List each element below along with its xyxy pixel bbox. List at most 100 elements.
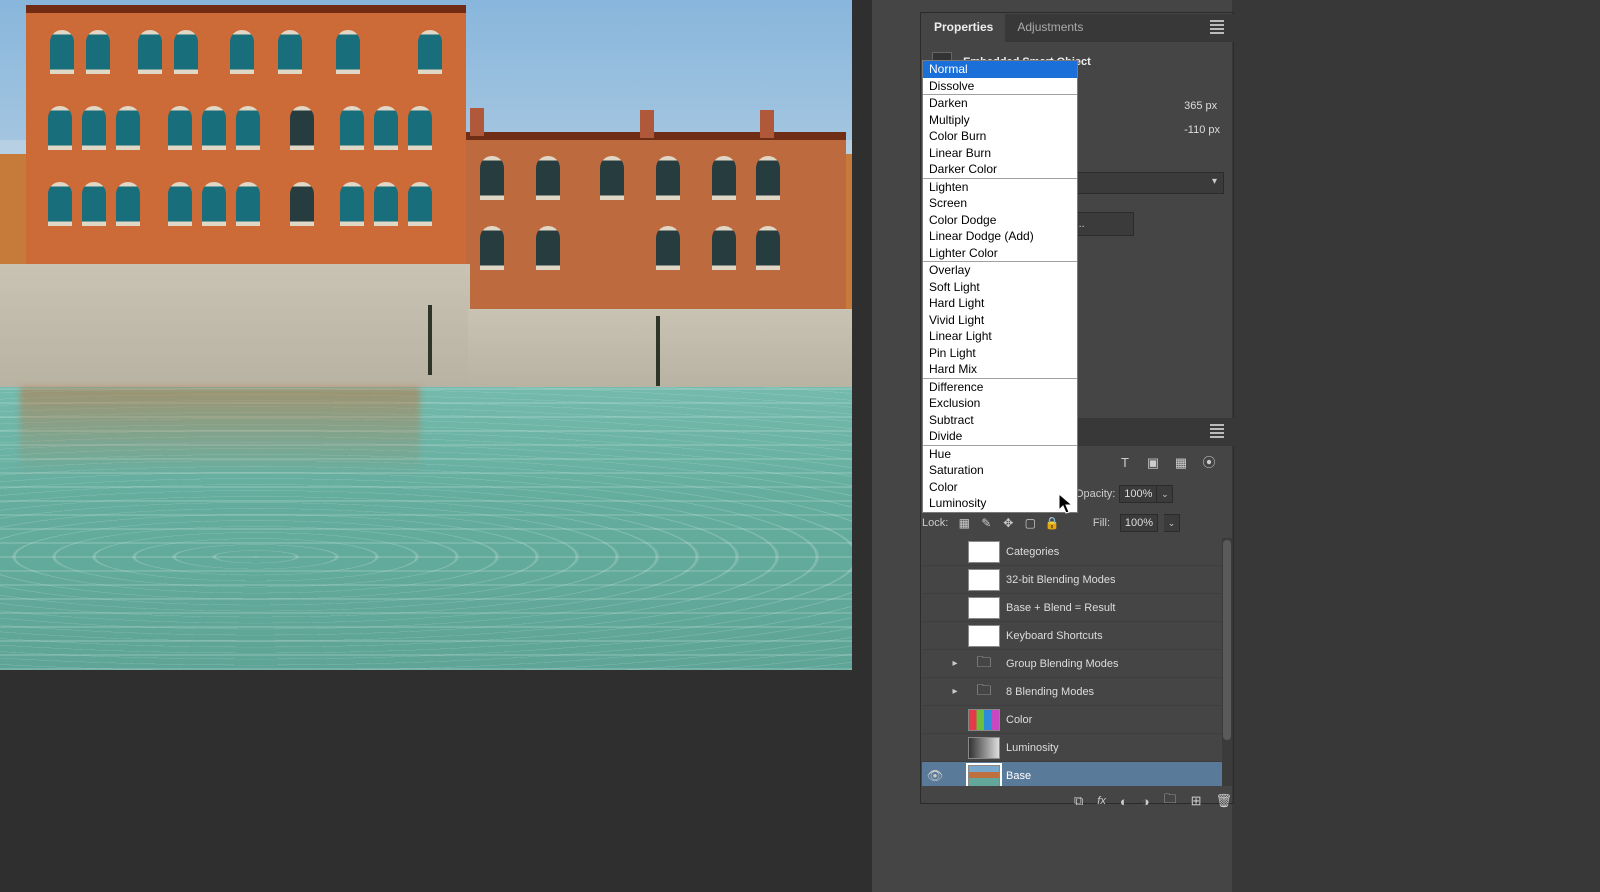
chimney xyxy=(640,110,654,138)
layer-thumbnail[interactable] xyxy=(968,765,1000,787)
blend-mode-option[interactable]: Color xyxy=(923,479,1077,496)
window xyxy=(202,182,226,226)
layer-name[interactable]: Luminosity xyxy=(1006,742,1218,754)
opacity-input[interactable]: 100% xyxy=(1119,485,1157,503)
layer-name[interactable]: Keyboard Shortcuts xyxy=(1006,630,1218,642)
layer-name[interactable]: Base xyxy=(1006,770,1218,782)
filter-type-shape-icon[interactable]: ▣ xyxy=(1144,454,1162,472)
lock-position-icon[interactable]: ✥ xyxy=(1000,515,1016,531)
lock-artboard-icon[interactable]: ▢ xyxy=(1022,515,1038,531)
layer-row[interactable]: Luminosity xyxy=(922,734,1222,762)
blend-mode-option[interactable]: Exclusion xyxy=(923,395,1077,412)
window xyxy=(116,106,140,150)
blend-mode-option[interactable]: Linear Burn xyxy=(923,145,1077,162)
adjustment-layer-icon[interactable]: ◑ xyxy=(1142,794,1150,809)
layers-scrollbar[interactable] xyxy=(1222,538,1232,786)
layer-mask-icon[interactable]: ◐ xyxy=(1120,794,1128,809)
layer-visibility-toggle[interactable]: 👁 xyxy=(922,768,948,784)
layer-row[interactable]: Categories xyxy=(922,538,1222,566)
layers-scrollbar-thumb[interactable] xyxy=(1223,540,1231,740)
layer-row[interactable]: ▸🗀Group Blending Modes xyxy=(922,650,1222,678)
tab-adjustments[interactable]: Adjustments xyxy=(1005,14,1095,42)
layer-thumbnail[interactable] xyxy=(968,569,1000,591)
blend-mode-option[interactable]: Lighter Color xyxy=(923,245,1077,262)
blend-mode-option[interactable]: Multiply xyxy=(923,112,1077,129)
canvas-scrollbar-vertical[interactable] xyxy=(852,0,872,892)
tab-properties[interactable]: Properties xyxy=(922,14,1005,42)
lock-all-icon[interactable]: 🔒 xyxy=(1044,515,1060,531)
properties-panel-menu[interactable] xyxy=(1200,14,1234,42)
layer-name[interactable]: 32-bit Blending Modes xyxy=(1006,574,1218,586)
layers-list[interactable]: Categories 32-bit Blending Modes Base + Bl… xyxy=(922,538,1222,786)
blend-mode-popup[interactable]: NormalDissolveDarkenMultiplyColor BurnLi… xyxy=(922,60,1078,513)
blend-mode-option[interactable]: Screen xyxy=(923,195,1077,212)
blend-mode-option[interactable]: Color Burn xyxy=(923,128,1077,145)
blend-mode-option[interactable]: Color Dodge xyxy=(923,212,1077,229)
filter-toggle-icon[interactable]: ⦿ xyxy=(1200,454,1218,472)
blend-mode-option[interactable]: Hard Mix xyxy=(923,361,1077,378)
window xyxy=(82,106,106,150)
blend-mode-option[interactable]: Lighten xyxy=(923,179,1077,196)
blend-mode-option[interactable]: Soft Light xyxy=(923,279,1077,296)
lock-pixels-icon[interactable]: ✎ xyxy=(978,515,994,531)
blend-mode-option[interactable]: Hard Light xyxy=(923,295,1077,312)
blend-mode-option[interactable]: Dissolve xyxy=(923,78,1077,95)
blend-mode-option[interactable]: Linear Light xyxy=(923,328,1077,345)
layer-name[interactable]: 8 Blending Modes xyxy=(1006,686,1218,698)
new-group-icon[interactable]: 🗀 xyxy=(1164,790,1177,812)
layer-name[interactable]: Categories xyxy=(1006,546,1218,558)
blend-mode-option[interactable]: Luminosity xyxy=(923,495,1077,512)
fill-input[interactable]: 100% xyxy=(1120,514,1158,532)
blend-mode-option[interactable]: Pin Light xyxy=(923,345,1077,362)
group-disclosure-icon[interactable]: ▸ xyxy=(948,658,962,669)
layer-row[interactable]: Base + Blend = Result xyxy=(922,594,1222,622)
lock-fill-row: Lock: ▦ ✎ ✥ ▢ 🔒 Fill: 100% ⌄ xyxy=(922,512,1180,534)
layer-thumbnail[interactable] xyxy=(968,541,1000,563)
layer-thumbnail[interactable] xyxy=(968,737,1000,759)
filter-type-text-icon[interactable]: T xyxy=(1116,454,1134,472)
blend-mode-option[interactable]: Overlay xyxy=(923,262,1077,279)
filter-type-smart-icon[interactable]: ▦ xyxy=(1172,454,1190,472)
lock-transparency-icon[interactable]: ▦ xyxy=(956,515,972,531)
window xyxy=(480,226,504,270)
lamppost xyxy=(428,305,432,375)
group-disclosure-icon[interactable]: ▸ xyxy=(948,686,962,697)
blend-mode-option[interactable]: Linear Dodge (Add) xyxy=(923,228,1077,245)
layer-thumbnail[interactable] xyxy=(968,625,1000,647)
blend-mode-option[interactable]: Darken xyxy=(923,95,1077,112)
blend-mode-option[interactable]: Darker Color xyxy=(923,161,1077,178)
blend-mode-option[interactable]: Saturation xyxy=(923,462,1077,479)
layer-name[interactable]: Base + Blend = Result xyxy=(1006,602,1218,614)
layer-name[interactable]: Group Blending Modes xyxy=(1006,658,1218,670)
blend-mode-option[interactable]: Normal xyxy=(923,61,1077,78)
blend-mode-option[interactable]: Difference xyxy=(923,379,1077,396)
blend-mode-option[interactable]: Divide xyxy=(923,428,1077,445)
layer-thumbnail[interactable] xyxy=(968,597,1000,619)
fx-icon[interactable]: fx xyxy=(1097,795,1106,807)
layer-row[interactable]: Keyboard Shortcuts xyxy=(922,622,1222,650)
layer-name[interactable]: Color xyxy=(1006,714,1218,726)
opacity-stepper[interactable]: ⌄ xyxy=(1157,485,1173,503)
delete-layer-icon[interactable]: 🗑 xyxy=(1215,793,1232,809)
blend-mode-option[interactable]: Hue xyxy=(923,446,1077,463)
layer-row[interactable]: 👁 Base xyxy=(922,762,1222,786)
layer-thumbnail[interactable] xyxy=(968,709,1000,731)
layer-row[interactable]: 32-bit Blending Modes xyxy=(922,566,1222,594)
properties-panel-tabs: Properties Adjustments xyxy=(922,14,1234,42)
window xyxy=(418,30,442,74)
fill-stepper[interactable]: ⌄ xyxy=(1164,514,1180,532)
mouse-cursor xyxy=(1059,494,1077,516)
link-layers-icon[interactable]: ⧉ xyxy=(1074,793,1083,809)
window xyxy=(174,30,198,74)
document-canvas[interactable] xyxy=(0,0,852,670)
blend-mode-option[interactable]: Subtract xyxy=(923,412,1077,429)
layer-row[interactable]: ▸🗀8 Blending Modes xyxy=(922,678,1222,706)
new-layer-icon[interactable]: ⊞ xyxy=(1191,793,1202,809)
blend-mode-option[interactable]: Vivid Light xyxy=(923,312,1077,329)
layer-row[interactable]: Color xyxy=(922,706,1222,734)
fill-label: Fill: xyxy=(1093,517,1110,529)
window xyxy=(712,226,736,270)
window xyxy=(168,106,192,150)
layers-panel-menu[interactable] xyxy=(1200,418,1234,446)
window xyxy=(236,182,260,226)
